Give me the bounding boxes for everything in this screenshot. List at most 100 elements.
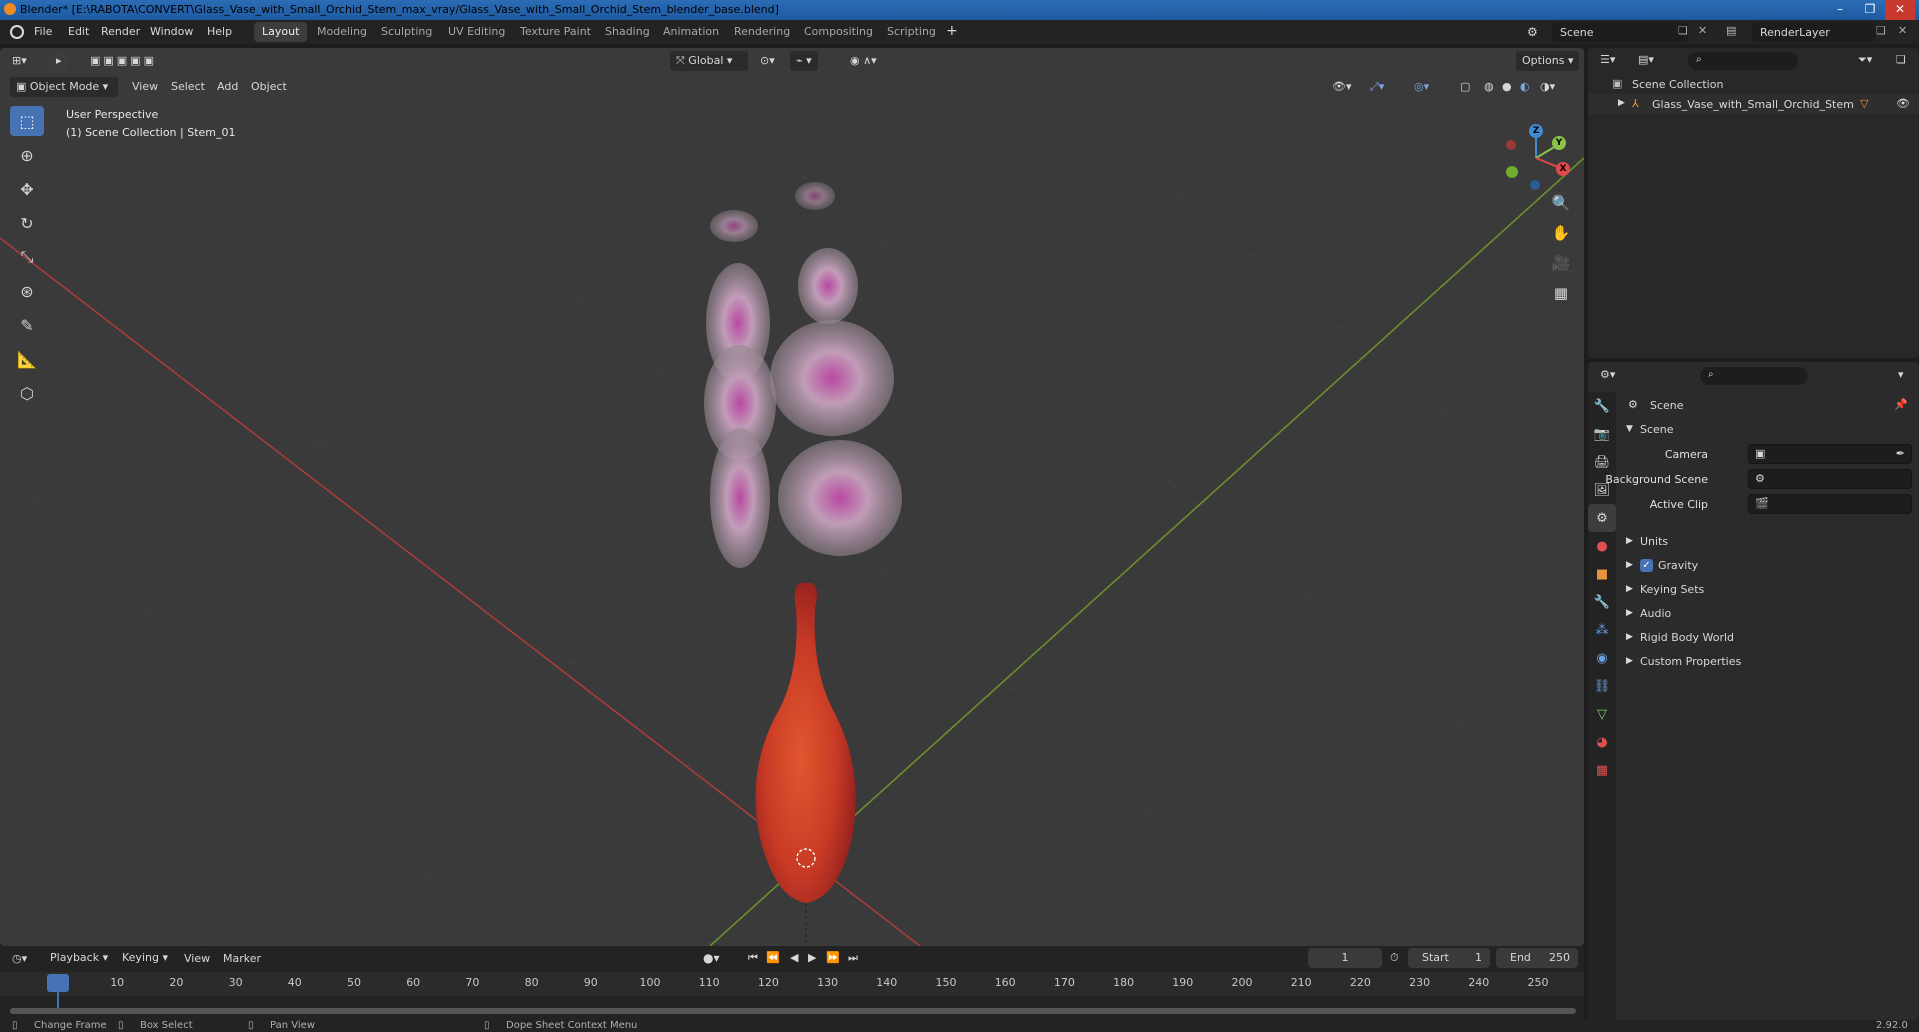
subpanel-rigid-body-world[interactable]: ▶ Rigid Body World xyxy=(1624,630,1914,650)
view-layer-icon[interactable]: ▤ xyxy=(1726,24,1736,37)
timeline-menu-marker[interactable]: Marker xyxy=(223,952,261,965)
keying-dropdown[interactable]: Keying ▾ xyxy=(116,948,174,968)
blender-menu-icon[interactable] xyxy=(10,25,24,39)
shading-solid-icon[interactable]: ● xyxy=(1502,77,1512,97)
perspective-toggle-icon[interactable]: ▦ xyxy=(1548,280,1574,306)
options-dropdown[interactable]: Options ▾ xyxy=(1516,51,1580,71)
add-workspace-icon[interactable]: + xyxy=(946,23,958,39)
scale-tool-icon[interactable]: ⤡ xyxy=(10,242,44,272)
jump-start-icon[interactable]: ⏮ xyxy=(748,951,758,965)
shading-wireframe-icon[interactable]: ◍ xyxy=(1484,77,1494,97)
close-button[interactable]: ✕ xyxy=(1885,0,1915,20)
properties-search-input[interactable]: ⌕ xyxy=(1700,367,1808,385)
visibility-icon[interactable]: 👁▾ xyxy=(1332,77,1352,97)
maximize-button[interactable]: ❐ xyxy=(1855,0,1885,20)
rotate-tool-icon[interactable]: ↻ xyxy=(10,208,44,238)
active-clip-field[interactable]: 🎬 xyxy=(1748,494,1912,514)
gizmo-y[interactable]: Y xyxy=(1552,136,1566,150)
jump-keyframe-back-icon[interactable]: ⏪ xyxy=(766,951,780,964)
play-reverse-icon[interactable]: ◀ xyxy=(790,951,798,964)
gizmo-neg-z[interactable] xyxy=(1530,180,1540,190)
measure-tool-icon[interactable]: 📐 xyxy=(10,344,44,374)
object-tab-icon[interactable]: ■ xyxy=(1588,560,1616,588)
particles-tab-icon[interactable]: ⁂ xyxy=(1588,616,1616,644)
minimize-button[interactable]: – xyxy=(1825,0,1855,20)
subpanel-audio[interactable]: ▶ Audio xyxy=(1624,606,1914,626)
texture-tab-icon[interactable]: ▦ xyxy=(1588,756,1616,784)
filter-icon[interactable]: ⏷▾ xyxy=(1858,53,1872,67)
camera-view-icon[interactable]: 🎥 xyxy=(1548,250,1574,276)
tab-uv-editing[interactable]: UV Editing xyxy=(440,22,513,42)
tab-compositing[interactable]: Compositing xyxy=(796,22,881,42)
selection-mode-icons[interactable]: ▣▣▣▣▣ xyxy=(90,51,157,71)
end-frame-field[interactable]: End 250 xyxy=(1496,948,1578,968)
playback-dropdown[interactable]: Playback ▾ xyxy=(44,948,114,968)
subpanel-keying-sets[interactable]: ▶ Keying Sets xyxy=(1624,582,1914,602)
object-data-icon[interactable]: ▽ xyxy=(1860,97,1868,110)
gizmo-neg-x[interactable] xyxy=(1506,140,1516,150)
object-mode-dropdown[interactable]: ▣ Object Mode ▾ xyxy=(10,77,118,97)
tab-modeling[interactable]: Modeling xyxy=(309,22,375,42)
menu-help[interactable]: Help xyxy=(207,25,232,38)
menu-object[interactable]: Object xyxy=(251,77,287,97)
menu-window[interactable]: Window xyxy=(150,25,193,38)
expand-arrow-icon[interactable]: ▶ xyxy=(1618,98,1625,108)
camera-field[interactable]: ▣ ✒ xyxy=(1748,444,1912,464)
gravity-checkbox[interactable]: ✓ xyxy=(1640,559,1653,572)
view-layer-selector[interactable]: RenderLayer xyxy=(1752,22,1876,42)
subpanel-custom-properties[interactable]: ▶ Custom Properties xyxy=(1624,654,1914,674)
pivot-point-icon[interactable]: ⊙▾ xyxy=(760,51,775,71)
visibility-eye-icon[interactable]: 👁 xyxy=(1896,97,1910,110)
new-collection-icon[interactable]: ❏ xyxy=(1896,53,1906,66)
jump-keyframe-forward-icon[interactable]: ⏩ xyxy=(826,951,840,964)
outliner-search-input[interactable]: ⌕ xyxy=(1688,52,1798,70)
delete-scene-icon[interactable]: ✕ xyxy=(1698,24,1707,37)
gizmo-z[interactable]: Z xyxy=(1529,124,1543,138)
tab-animation[interactable]: Animation xyxy=(655,22,727,42)
world-tab-icon[interactable]: ● xyxy=(1588,532,1616,560)
modifier-tab-icon[interactable]: 🔧 xyxy=(1588,588,1616,616)
transform-orientation-dropdown[interactable]: ⤧ Global ▾ xyxy=(670,51,748,71)
playhead[interactable] xyxy=(47,974,69,992)
constraints-tab-icon[interactable]: ⛓ xyxy=(1588,672,1616,700)
zoom-icon[interactable]: 🔍 xyxy=(1548,190,1574,216)
subpanel-gravity[interactable]: ▶ ✓ Gravity xyxy=(1624,558,1914,578)
properties-options-icon[interactable]: ▾ xyxy=(1898,368,1904,381)
scene-selector[interactable]: Scene xyxy=(1552,22,1688,42)
pan-hand-icon[interactable]: ✋ xyxy=(1548,220,1574,246)
add-cube-tool-icon[interactable]: ⬡ xyxy=(10,378,44,408)
tab-shading[interactable]: Shading xyxy=(597,22,658,42)
properties-editor-type-icon[interactable]: ⚙▾ xyxy=(1600,368,1615,381)
select-tool-icon[interactable]: ⬚ xyxy=(10,106,44,136)
play-icon[interactable]: ▶ xyxy=(808,951,816,964)
display-mode-icon[interactable]: ▤▾ xyxy=(1638,53,1654,66)
physics-tab-icon[interactable]: ◉ xyxy=(1588,644,1616,672)
cursor-tool-icon[interactable]: ⊕ xyxy=(10,140,44,170)
outliner-row-scene-collection[interactable]: ▣ Scene Collection xyxy=(1588,74,1919,94)
move-tool-icon[interactable]: ✥ xyxy=(10,174,44,204)
render-tab-icon[interactable]: 📷 xyxy=(1588,420,1616,448)
outliner-row-object[interactable]: ▶ ⅄ Glass_Vase_with_Small_Orchid_Stem ▽ … xyxy=(1588,94,1919,114)
menu-view[interactable]: View xyxy=(132,77,158,97)
menu-file[interactable]: File xyxy=(34,25,52,38)
tool-tab-icon[interactable]: 🔧 xyxy=(1588,392,1616,420)
new-scene-icon[interactable]: ❏ xyxy=(1678,24,1688,37)
menu-select[interactable]: Select xyxy=(171,77,205,97)
gizmo-x[interactable]: X xyxy=(1556,162,1570,176)
tab-texture-paint[interactable]: Texture Paint xyxy=(512,22,599,42)
outliner-editor-type-icon[interactable]: ☰▾ xyxy=(1600,53,1615,66)
material-tab-icon[interactable]: ◕ xyxy=(1588,728,1616,756)
menu-add[interactable]: Add xyxy=(217,77,238,97)
subpanel-units[interactable]: ▶ Units xyxy=(1624,534,1914,554)
data-tab-icon[interactable]: ▽ xyxy=(1588,700,1616,728)
timeline-editor-type-icon[interactable]: ◷▾ xyxy=(12,952,27,965)
menu-edit[interactable]: Edit xyxy=(68,25,89,38)
pin-icon[interactable]: 📌 xyxy=(1894,398,1908,411)
tab-scripting[interactable]: Scripting xyxy=(879,22,944,42)
proportional-edit-icon[interactable]: ◉ ∧▾ xyxy=(850,51,877,71)
start-frame-field[interactable]: Start 1 xyxy=(1408,948,1490,968)
gizmo-neg-y[interactable] xyxy=(1506,166,1518,178)
record-icon[interactable]: ●▾ xyxy=(703,951,720,965)
tab-layout[interactable]: Layout xyxy=(254,22,308,42)
scene-panel-arrow-icon[interactable]: ▼ xyxy=(1626,424,1633,434)
